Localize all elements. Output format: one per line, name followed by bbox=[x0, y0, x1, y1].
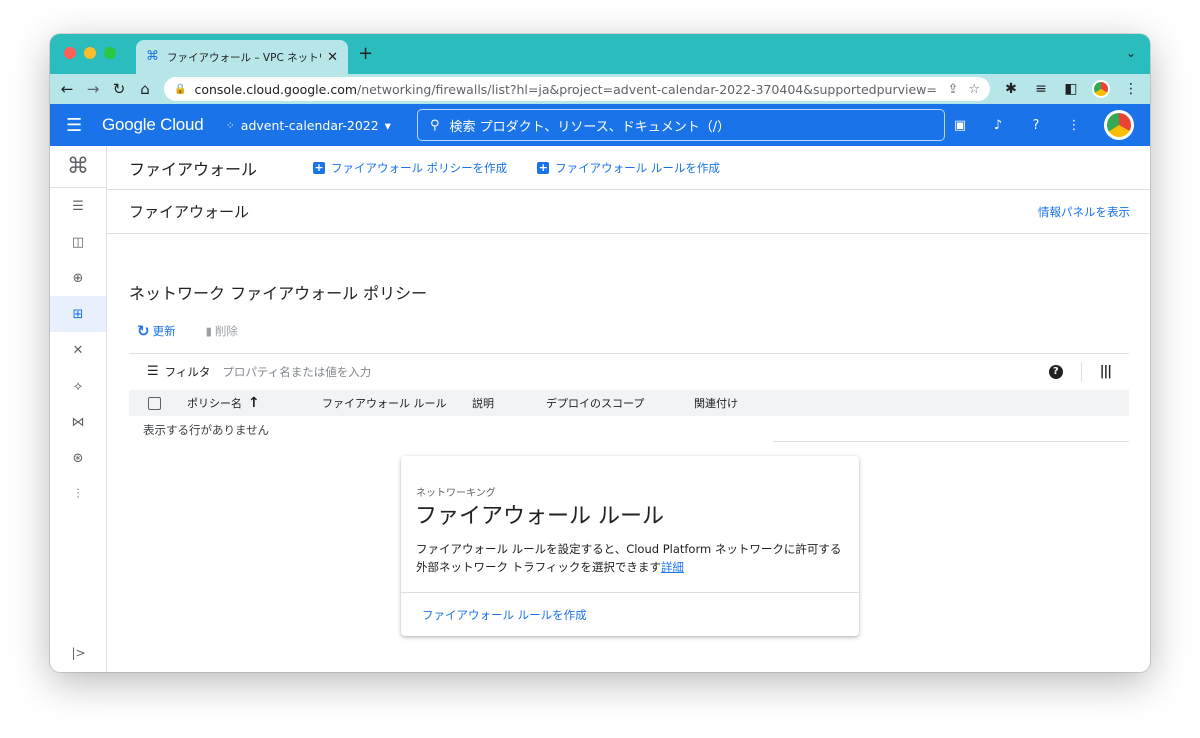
account-avatar[interactable] bbox=[1104, 110, 1134, 140]
nav-vpc-networks-icon[interactable]: ☰ bbox=[50, 188, 106, 224]
table-header: ポリシー名 ↑ ファイアウォール ルール 説明 デプロイのスコープ 関連付け bbox=[129, 390, 1129, 416]
firewall-rules-card: ネットワーキング ファイアウォール ルール ファイアウォール ルールを設定すると… bbox=[401, 456, 859, 636]
more-vert-icon[interactable]: ⋮ bbox=[1066, 118, 1082, 133]
card-create-rule-link[interactable]: ファイアウォール ルールを作成 bbox=[401, 592, 859, 636]
trash-icon: ▮ bbox=[205, 324, 212, 338]
minimize-window-button[interactable] bbox=[84, 47, 96, 59]
expand-nav-icon[interactable]: |> bbox=[50, 646, 107, 660]
subheader-title: ファイアウォール bbox=[129, 203, 250, 221]
window-controls bbox=[64, 47, 116, 59]
card-overline: ネットワーキング bbox=[416, 488, 496, 499]
vpc-network-icon: ⌘ bbox=[146, 49, 159, 64]
main-content: ファイアウォール + ファイアウォール ポリシーを作成 + ファイアウォール ル… bbox=[107, 146, 1150, 672]
section-title: ネットワーク ファイアウォール ポリシー bbox=[129, 284, 428, 303]
profile-avatar[interactable] bbox=[1092, 80, 1110, 98]
nav-bring-your-own-ip-icon[interactable]: ⊕ bbox=[50, 260, 106, 296]
nav-shared-vpc-icon[interactable]: ⋈ bbox=[50, 404, 106, 440]
notifications-bell-icon[interactable]: ♪ bbox=[990, 118, 1006, 133]
nav-ip-addresses-icon[interactable]: ◫ bbox=[50, 224, 106, 260]
delete-button[interactable]: ▮ 削除 bbox=[206, 322, 238, 340]
refresh-icon: ↻ bbox=[137, 322, 150, 340]
tab-search-chevron-icon[interactable]: ⌄ bbox=[1126, 46, 1136, 60]
project-selector[interactable]: ⁘ advent-calendar-2022 ▾ bbox=[226, 118, 391, 133]
search-input[interactable]: ⚲ 検索 プロダクト、リソース、ドキュメント（/） bbox=[416, 109, 945, 141]
filter-label: フィルタ bbox=[164, 364, 211, 379]
nav-routes-icon[interactable]: ✕ bbox=[50, 332, 106, 368]
reload-icon[interactable]: ↻ bbox=[112, 80, 126, 98]
console-body: ⌘ ☰ ◫ ⊕ ⊞ ✕ ⟡ ⋈ ⊛ ⫶ |> ファイアウォール + ファイアウォ… bbox=[50, 146, 1150, 672]
gcp-header: ☰ Google Cloud ⁘ advent-calendar-2022 ▾ … bbox=[50, 104, 1150, 146]
search-icon: ⚲ bbox=[429, 117, 440, 133]
help-icon[interactable]: ? bbox=[1048, 364, 1063, 379]
column-header-description[interactable]: 説明 bbox=[472, 395, 546, 411]
empty-table-message: 表示する行がありません bbox=[143, 423, 270, 437]
column-display-options-icon[interactable]: ||| bbox=[1100, 364, 1112, 379]
table-actions: ↻ 更新 ▮ 削除 bbox=[137, 322, 238, 340]
refresh-button[interactable]: ↻ 更新 bbox=[137, 322, 176, 340]
filter-input[interactable]: プロパティ名または値を入力 bbox=[222, 364, 371, 380]
column-header-firewall-rules[interactable]: ファイアウォール ルール bbox=[322, 395, 472, 411]
sort-arrow-up-icon: ↑ bbox=[248, 395, 260, 411]
learn-more-link[interactable]: 詳細 bbox=[661, 560, 684, 574]
add-box-icon: + bbox=[537, 160, 550, 174]
select-all-checkbox[interactable] bbox=[148, 396, 161, 410]
page-title: ファイアウォール bbox=[129, 159, 258, 179]
filter-icon: ☰ bbox=[147, 364, 159, 379]
tab-title: ファイアウォール – VPC ネットワ bbox=[167, 51, 322, 64]
bookmark-star-icon[interactable]: ☆ bbox=[968, 82, 980, 97]
extensions-puzzle-icon[interactable]: ✱ bbox=[1002, 81, 1020, 97]
dropdown-icon: ▾ bbox=[384, 117, 391, 133]
header-actions: ▣ ♪ ? ⋮ bbox=[952, 110, 1134, 140]
side-panel-icon[interactable]: ◧ bbox=[1062, 81, 1080, 97]
show-info-panel-link[interactable]: 情報パネルを表示 bbox=[1038, 204, 1130, 220]
new-tab-icon[interactable]: + bbox=[358, 43, 373, 64]
filter-bar: ☰ フィルタ プロパティ名または値を入力 ? ||| bbox=[129, 353, 1129, 389]
column-header-policy-name[interactable]: ポリシー名 ↑ bbox=[187, 395, 322, 411]
url-text: console.cloud.google.com/networking/fire… bbox=[194, 81, 938, 97]
reading-list-icon[interactable]: ≡ bbox=[1032, 81, 1050, 97]
help-icon[interactable]: ? bbox=[1028, 118, 1044, 133]
create-rule-button[interactable]: + ファイアウォール ルールを作成 bbox=[537, 160, 720, 176]
subheader: ファイアウォール 情報パネルを表示 bbox=[107, 190, 1150, 234]
nav-serverless-access-icon[interactable]: ⊛ bbox=[50, 440, 106, 476]
create-policy-button[interactable]: + ファイアウォール ポリシーを作成 bbox=[313, 160, 507, 176]
maximize-window-button[interactable] bbox=[104, 47, 116, 59]
lock-icon[interactable]: 🔒 bbox=[174, 84, 186, 95]
browser-tab[interactable]: ⌘ ファイアウォール – VPC ネットワ ✕ bbox=[136, 40, 348, 74]
hamburger-menu-icon[interactable]: ☰ bbox=[66, 115, 86, 136]
divider bbox=[1080, 361, 1082, 382]
search-placeholder: 検索 プロダクト、リソース、ドキュメント（/） bbox=[449, 119, 731, 135]
left-nav: ⌘ ☰ ◫ ⊕ ⊞ ✕ ⟡ ⋈ ⊛ ⫶ |> bbox=[50, 146, 107, 672]
tab-bar: ⌘ ファイアウォール – VPC ネットワ ✕ + ⌄ bbox=[50, 34, 1150, 74]
project-name: advent-calendar-2022 bbox=[240, 117, 379, 133]
column-header-deployment-scope[interactable]: デプロイのスコープ bbox=[546, 395, 694, 411]
nav-packet-mirroring-icon[interactable]: ⫶ bbox=[50, 476, 106, 512]
forward-icon[interactable]: → bbox=[86, 80, 100, 98]
home-icon[interactable]: ⌂ bbox=[138, 80, 152, 98]
browser-window: ⌘ ファイアウォール – VPC ネットワ ✕ + ⌄ ← → ↻ ⌂ 🔒 co… bbox=[50, 34, 1150, 672]
back-icon[interactable]: ← bbox=[60, 80, 74, 98]
url-omnibox[interactable]: 🔒 console.cloud.google.com/networking/fi… bbox=[164, 77, 990, 101]
nav-firewall-icon[interactable]: ⊞ bbox=[50, 296, 106, 332]
cloud-shell-icon[interactable]: ▣ bbox=[952, 118, 968, 133]
close-window-button[interactable] bbox=[64, 47, 76, 59]
address-bar: ← → ↻ ⌂ 🔒 console.cloud.google.com/netwo… bbox=[50, 74, 1150, 104]
table-divider bbox=[773, 441, 1129, 442]
share-icon[interactable]: ⇪ bbox=[947, 82, 958, 97]
nav-vpc-peering-icon[interactable]: ⟡ bbox=[50, 368, 106, 404]
close-tab-icon[interactable]: ✕ bbox=[327, 50, 338, 65]
vpc-product-icon[interactable]: ⌘ bbox=[50, 146, 106, 188]
google-cloud-logo[interactable]: Google Cloud bbox=[102, 115, 204, 135]
add-box-icon: + bbox=[313, 160, 326, 174]
chrome-menu-icon[interactable]: ⋮ bbox=[1122, 81, 1140, 97]
column-header-associations[interactable]: 関連付け bbox=[694, 395, 774, 411]
page-toolbar: ファイアウォール + ファイアウォール ポリシーを作成 + ファイアウォール ル… bbox=[107, 146, 1150, 190]
project-icon: ⁘ bbox=[225, 118, 235, 132]
card-description: ファイアウォール ルールを設定すると、Cloud Platform ネットワーク… bbox=[416, 542, 842, 574]
card-title: ファイアウォール ルール bbox=[415, 504, 664, 529]
